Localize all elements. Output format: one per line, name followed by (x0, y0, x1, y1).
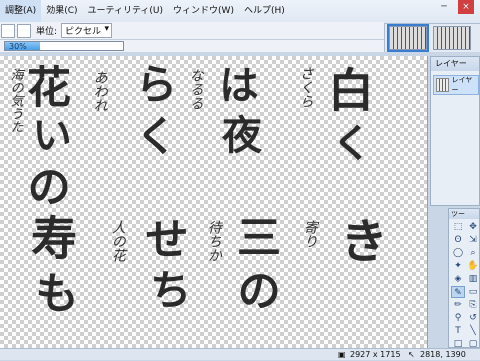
calligraphy-glyph: は (212, 64, 259, 104)
recolor-icon[interactable]: ↺ (466, 312, 480, 324)
calligraphy-glyph: の (229, 268, 280, 312)
calligraphy-glyph: 寿 (24, 214, 78, 260)
clone-icon[interactable]: ⎘ (466, 299, 480, 311)
layers-panel: レイヤー レイヤー (430, 56, 480, 206)
zoom-icon[interactable]: ⌕ (466, 247, 480, 259)
calligraphy-glyph: く (129, 114, 178, 156)
menu-effects[interactable]: 効果(C) (41, 0, 82, 22)
chevron-down-icon: ▾ (104, 24, 110, 34)
pencil-icon[interactable]: ✏ (451, 299, 465, 311)
line-icon[interactable]: ╲ (466, 325, 480, 337)
calligraphy-glyph: ら (129, 62, 178, 104)
calligraphy-glyph: い (25, 114, 72, 154)
calligraphy-glyph: 白 (321, 66, 375, 112)
eraser-icon[interactable]: ▭ (466, 286, 480, 298)
calligraphy-line: 人の花 (109, 220, 126, 262)
bucket-icon[interactable]: ◈ (451, 273, 465, 285)
grid-icon[interactable] (17, 23, 31, 38)
calligraphy-line: あわれ (91, 70, 108, 112)
unit-label: 単位: (36, 27, 58, 37)
layer-item[interactable]: レイヤー (433, 75, 479, 95)
menu-list: 調整(A) 効果(C) ユーティリティ(U) ウィンドウ(W) ヘルプ(H) (0, 0, 290, 22)
image-canvas[interactable]: 花 い の ら く は 夜 白 く 三 の き せ ち 寿 も 海の気うた あわ… (0, 56, 428, 348)
calligraphy-glyph: 花 (19, 64, 70, 108)
image-size-readout: 2927 x 1715 (350, 350, 401, 359)
menu-bar: 調整(A) 効果(C) ユーティリティ(U) ウィンドウ(W) ヘルプ(H) ─… (0, 0, 480, 24)
menu-utilities[interactable]: ユーティリティ(U) (83, 0, 169, 22)
calligraphy-glyph: 三 (229, 214, 280, 258)
calligraphy-line: さくら (297, 66, 314, 108)
calligraphy-line: 海の気うた (7, 68, 23, 133)
calligraphy-glyph: も (27, 270, 78, 314)
menu-help[interactable]: ヘルプ(H) (239, 0, 290, 22)
calligraphy-line: 寄り (301, 220, 318, 248)
calligraphy-line: なるる (187, 68, 204, 110)
tools-panel-title: ツー (449, 209, 479, 219)
minimize-button[interactable]: ─ (436, 0, 452, 14)
zoom-fit-icon[interactable] (1, 23, 15, 38)
menu-adjustments[interactable]: 調整(A) (0, 0, 42, 22)
calligraphy-line: 待ちか (205, 220, 222, 262)
select-rect-icon[interactable]: ⬚ (451, 221, 465, 233)
cursor-icon: ↖ (408, 350, 415, 359)
calligraphy-glyph: の (19, 164, 70, 208)
progress-text: 30% (9, 42, 27, 51)
layers-panel-title: レイヤー (431, 57, 479, 71)
calligraphy-glyph: せ (137, 216, 188, 260)
close-button[interactable]: × (458, 0, 474, 14)
tools-grid: ⬚ ✥ ʘ ⇲ ◯ ⌕ ✦ ✋ ◈ ▥ ✎ ▭ ✏ ⎘ ⚲ ↺ T ╲ □ ▢ (449, 219, 479, 352)
image-thumbnail[interactable] (387, 24, 429, 52)
image-thumbnails (384, 24, 480, 52)
gradient-icon[interactable]: ▥ (466, 273, 480, 285)
layer-thumbnail (436, 78, 450, 92)
progress-row: 30% (0, 40, 384, 52)
calligraphy-glyph: き (331, 216, 387, 264)
calligraphy-glyph: ち (143, 268, 192, 310)
text-icon[interactable]: T (451, 325, 465, 337)
unit-select[interactable]: ピクセル ▾ (61, 23, 113, 38)
calligraphy-glyph: く (325, 122, 372, 162)
move-icon[interactable]: ✥ (466, 221, 480, 233)
magic-wand-icon[interactable]: ✦ (451, 260, 465, 272)
menu-window[interactable]: ウィンドウ(W) (168, 0, 239, 22)
color-picker-icon[interactable]: ⚲ (451, 312, 465, 324)
image-thumbnail[interactable] (433, 26, 471, 50)
cursor-position-readout: 2818, 1390 (420, 350, 466, 359)
unit-select-value: ピクセル (65, 27, 102, 37)
brush-icon[interactable]: ✎ (451, 286, 465, 298)
layer-name: レイヤー (451, 76, 473, 94)
calligraphy-glyph: 夜 (215, 114, 262, 154)
progress-bar: 30% (4, 41, 124, 51)
tools-panel: ツー ⬚ ✥ ʘ ⇲ ◯ ⌕ ✦ ✋ ◈ ▥ ✎ ▭ ✏ ⎘ ⚲ ↺ T ╲ □ ▢ (448, 208, 480, 349)
lasso-icon[interactable]: ʘ (451, 234, 465, 246)
pan-icon[interactable]: ✋ (466, 260, 480, 272)
image-size-icon: ▣ (338, 350, 346, 359)
status-bar: ▣ 2927 x 1715 ↖ 2818, 1390 (0, 348, 480, 360)
ellipse-select-icon[interactable]: ◯ (451, 247, 465, 259)
toolbar: 単位: ピクセル ▾ (0, 22, 384, 40)
move-selection-icon[interactable]: ⇲ (466, 234, 480, 246)
